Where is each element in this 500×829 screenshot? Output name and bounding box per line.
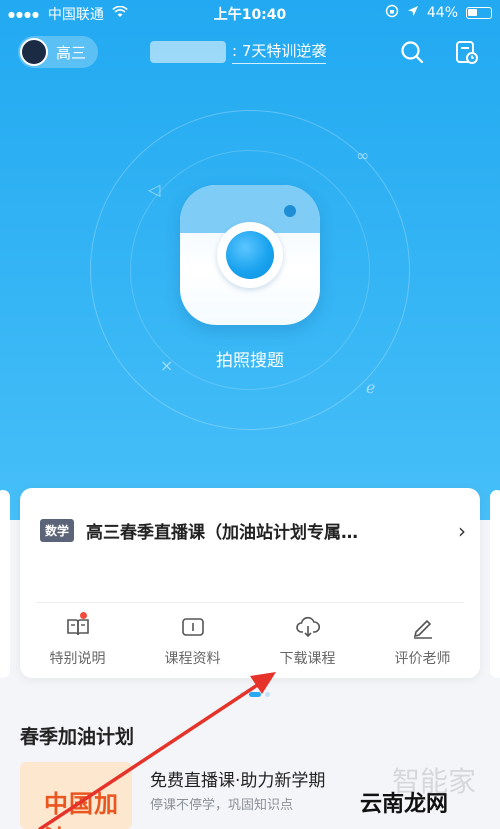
pager-dot-active bbox=[249, 692, 261, 697]
prev-card-peek[interactable] bbox=[0, 490, 10, 678]
chevron-right-icon: › bbox=[458, 518, 466, 543]
action-label: 特别说明 bbox=[49, 651, 106, 667]
grade-selector[interactable]: 高三 bbox=[18, 36, 99, 68]
carousel-pager bbox=[240, 692, 270, 697]
notification-dot bbox=[80, 612, 87, 619]
action-label: 评价老师 bbox=[394, 651, 451, 667]
history-button[interactable] bbox=[452, 38, 480, 66]
camera-flash bbox=[284, 205, 296, 217]
pager-dot bbox=[265, 692, 270, 697]
course-title-row[interactable]: 数学 高三春季直播课（加油站计划专属… › bbox=[40, 518, 466, 543]
download-course-button[interactable]: 下载课程 bbox=[250, 614, 365, 668]
triangle-deco-icon: ◁ bbox=[148, 180, 161, 199]
course-actions: 特别说明 课程资料 下载课程 评价老师 bbox=[20, 612, 480, 668]
subject-tag: 数学 bbox=[40, 519, 75, 542]
promo-image[interactable]: 中国加油 bbox=[20, 762, 132, 829]
status-bar: ●●●● 中国联通 上午10:40 44% bbox=[0, 0, 500, 26]
promo-image-text: 中国加油 bbox=[44, 790, 119, 829]
action-label: 下载课程 bbox=[279, 651, 336, 667]
rotation-lock-icon bbox=[385, 4, 399, 22]
course-materials-button[interactable]: 课程资料 bbox=[135, 614, 250, 668]
e-deco-icon: ℯ bbox=[366, 378, 376, 397]
search-button[interactable] bbox=[398, 38, 426, 66]
search-icon bbox=[401, 41, 424, 64]
cloud-download-icon bbox=[295, 616, 320, 638]
history-icon bbox=[456, 41, 478, 64]
grade-label: 高三 bbox=[56, 43, 87, 62]
photo-search-button[interactable] bbox=[180, 185, 320, 325]
countdown-text: : 7天特训逆袭 bbox=[232, 40, 327, 64]
promo-title[interactable]: 免费直播课·助力新学期 bbox=[150, 766, 325, 791]
course-card: 数学 高三春季直播课（加油站计划专属… › 特别说明 课程资料 下载课程 评价老… bbox=[20, 488, 480, 678]
section-title: 春季加油计划 bbox=[20, 726, 135, 748]
promo-subtitle: 停课不停学，巩固知识点 bbox=[150, 798, 294, 813]
battery-percent: 44% bbox=[426, 5, 458, 21]
countdown-banner[interactable]: : 7天特训逆袭 bbox=[150, 40, 327, 64]
book-icon bbox=[66, 619, 89, 636]
course-title: 高三春季直播课（加油站计划专属… bbox=[86, 523, 359, 543]
action-label: 课程资料 bbox=[164, 651, 221, 667]
divider bbox=[36, 602, 464, 603]
infinity-deco-icon: ∞ bbox=[356, 146, 370, 165]
battery-icon bbox=[466, 7, 492, 19]
blurred-text bbox=[150, 41, 226, 63]
camera-icon bbox=[226, 231, 274, 279]
avatar bbox=[20, 38, 48, 66]
pager-dot bbox=[240, 692, 245, 697]
photo-search-label[interactable]: 拍照搜题 bbox=[0, 346, 500, 371]
next-card-peek[interactable] bbox=[490, 490, 500, 678]
location-icon bbox=[407, 5, 419, 21]
book-open-icon bbox=[181, 618, 204, 636]
rate-teacher-button[interactable]: 评价老师 bbox=[365, 614, 480, 668]
watermark: 云南龙网 bbox=[360, 792, 449, 817]
pencil-icon bbox=[413, 619, 432, 639]
special-notes-button[interactable]: 特别说明 bbox=[20, 612, 135, 668]
